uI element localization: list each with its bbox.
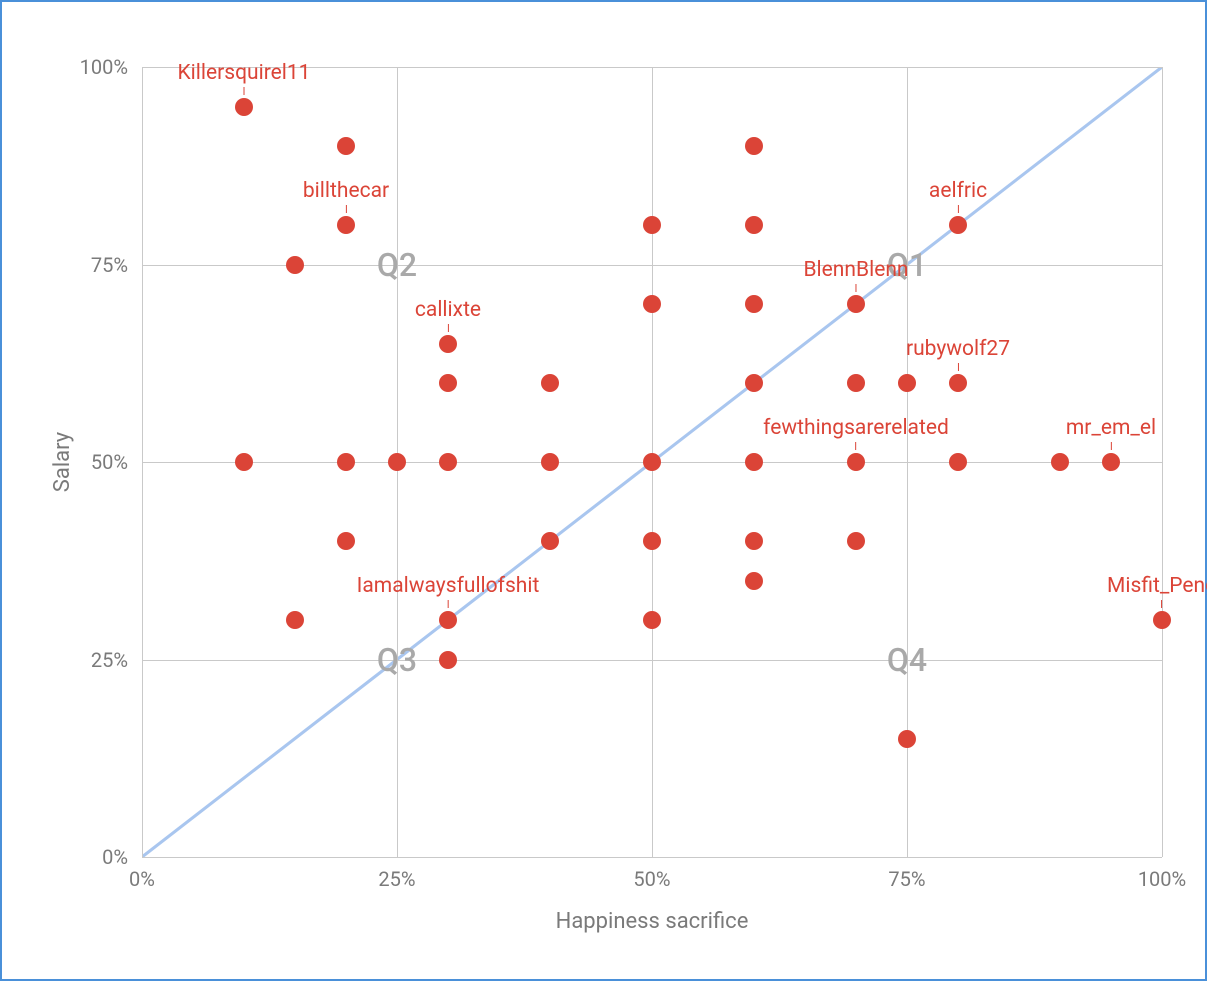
data-point[interactable] — [745, 374, 763, 392]
data-point[interactable] — [439, 611, 457, 629]
data-label: fewthingsarerelated — [763, 416, 949, 450]
data-point[interactable] — [745, 453, 763, 471]
plot-area: 0%25%50%75%100%0%25%50%75%100%Q2Q1Q3Q4Ki… — [142, 67, 1162, 857]
gridline-v — [1162, 67, 1163, 857]
data-point[interactable] — [847, 295, 865, 313]
data-point[interactable] — [388, 453, 406, 471]
data-point[interactable] — [949, 216, 967, 234]
data-point[interactable] — [439, 374, 457, 392]
data-point[interactable] — [745, 532, 763, 550]
data-point[interactable] — [286, 611, 304, 629]
data-label: mr_em_el — [1066, 416, 1156, 450]
data-point[interactable] — [1051, 453, 1069, 471]
x-tick-label: 25% — [378, 867, 415, 891]
data-point[interactable] — [235, 453, 253, 471]
data-point[interactable] — [745, 295, 763, 313]
data-point[interactable] — [643, 453, 661, 471]
data-point[interactable] — [949, 453, 967, 471]
data-point[interactable] — [1153, 611, 1171, 629]
chart-area: 0%25%50%75%100%0%25%50%75%100%Q2Q1Q3Q4Ki… — [12, 12, 1195, 969]
data-point[interactable] — [847, 374, 865, 392]
y-tick-label: 0% — [102, 845, 128, 869]
data-label: rubywolf27 — [906, 337, 1010, 371]
data-point[interactable] — [541, 532, 559, 550]
data-point[interactable] — [337, 532, 355, 550]
data-point[interactable] — [439, 453, 457, 471]
data-point[interactable] — [337, 216, 355, 234]
data-label: Iamalwaysfullofshit — [357, 574, 540, 608]
chart-frame: 0%25%50%75%100%0%25%50%75%100%Q2Q1Q3Q4Ki… — [0, 0, 1207, 981]
gridline-h — [142, 857, 1162, 858]
data-point[interactable] — [1102, 453, 1120, 471]
data-label: callixte — [415, 298, 481, 332]
y-tick-label: 75% — [91, 253, 128, 277]
data-label: Misfit_Peng — [1107, 574, 1207, 608]
y-tick-label: 25% — [91, 648, 128, 672]
data-point[interactable] — [286, 256, 304, 274]
gridline-h — [142, 67, 1162, 68]
data-point[interactable] — [898, 730, 916, 748]
data-point[interactable] — [337, 137, 355, 155]
data-point[interactable] — [898, 374, 916, 392]
data-point[interactable] — [439, 651, 457, 669]
data-label: Killersquirel11 — [178, 61, 311, 95]
x-axis-label: Happiness sacrifice — [142, 909, 1162, 934]
data-point[interactable] — [847, 453, 865, 471]
x-tick-label: 100% — [1138, 867, 1186, 891]
data-point[interactable] — [745, 572, 763, 590]
data-point[interactable] — [235, 98, 253, 116]
data-label: aelfric — [929, 179, 987, 213]
data-point[interactable] — [643, 216, 661, 234]
data-point[interactable] — [337, 453, 355, 471]
data-label: billthecar — [303, 179, 389, 213]
x-tick-label: 50% — [633, 867, 670, 891]
x-tick-label: 0% — [129, 867, 155, 891]
data-point[interactable] — [643, 295, 661, 313]
y-tick-label: 50% — [91, 450, 128, 474]
y-tick-label: 100% — [80, 55, 128, 79]
data-point[interactable] — [643, 611, 661, 629]
data-point[interactable] — [541, 374, 559, 392]
gridline-h — [142, 660, 1162, 661]
y-axis-label: Salary — [50, 427, 75, 497]
data-point[interactable] — [745, 137, 763, 155]
data-point[interactable] — [745, 216, 763, 234]
data-point[interactable] — [949, 374, 967, 392]
data-point[interactable] — [847, 532, 865, 550]
data-point[interactable] — [643, 532, 661, 550]
data-label: BlennBlenn — [803, 258, 908, 292]
x-tick-label: 75% — [888, 867, 925, 891]
data-point[interactable] — [541, 453, 559, 471]
data-point[interactable] — [439, 335, 457, 353]
